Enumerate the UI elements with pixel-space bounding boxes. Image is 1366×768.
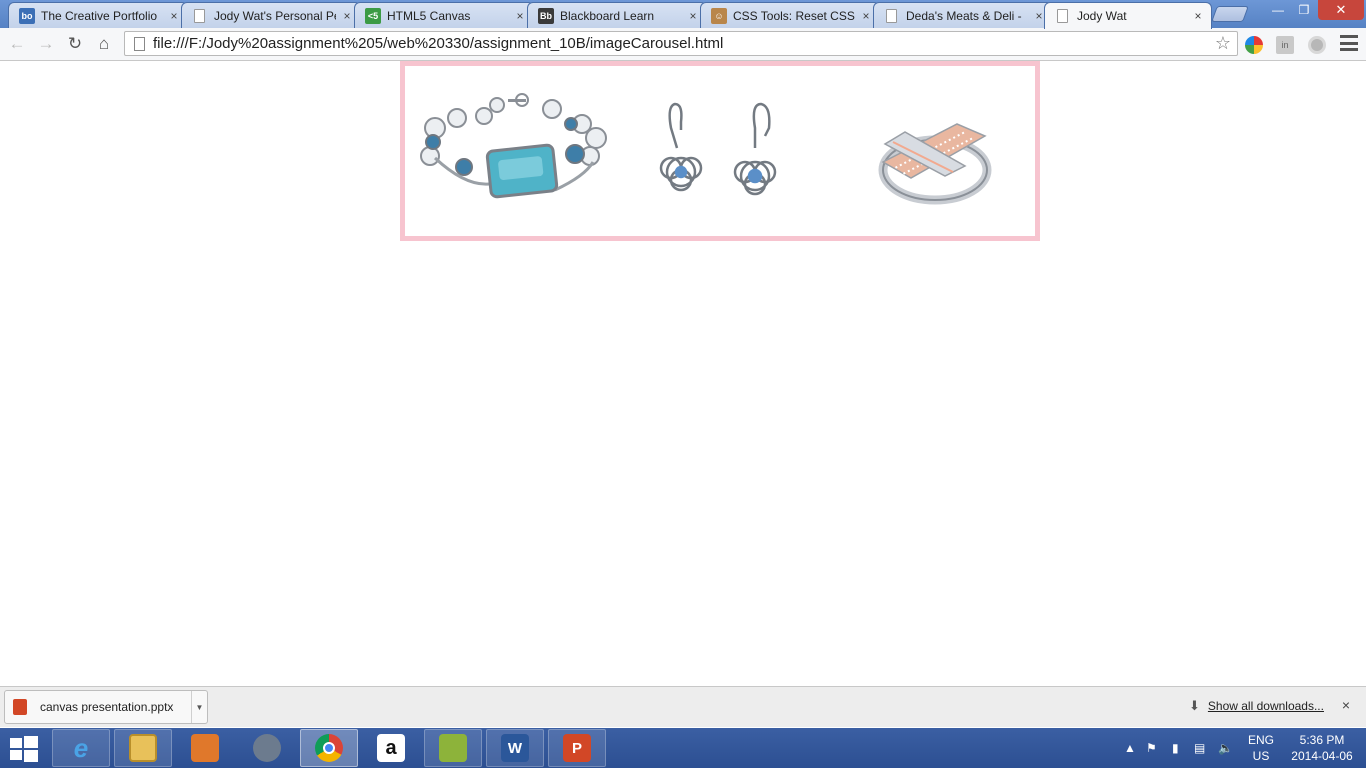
url-text[interactable]: file:///F:/Jody%20assignment%205/web%203… [153, 35, 1209, 52]
media-app-icon[interactable] [238, 729, 296, 767]
tab-close-icon[interactable]: × [167, 9, 181, 23]
page-icon [134, 36, 145, 51]
tab-html5-canvas[interactable]: <5 HTML5 Canvas × [354, 2, 534, 28]
chevron-down-icon[interactable]: ▼ [191, 691, 207, 723]
html5-icon: <5 [365, 7, 381, 24]
close-window-button[interactable]: ✕ [1318, 0, 1364, 20]
download-item[interactable]: canvas presentation.pptx ▼ [4, 690, 208, 724]
home-icon[interactable]: ⌂ [92, 33, 116, 55]
clock-date: 2014-04-06 [1291, 749, 1353, 763]
show-all-downloads: ⬇ Show all downloads... [1189, 698, 1324, 714]
tab-title: HTML5 Canvas [387, 8, 471, 23]
tab-close-icon[interactable]: × [340, 9, 354, 23]
tab-css-tools[interactable]: ☺ CSS Tools: Reset CSS × [700, 2, 880, 28]
amazon-icon[interactable]: a [362, 729, 420, 767]
language-indicator[interactable]: ENG US [1246, 732, 1276, 764]
battery-icon[interactable]: ▮ [1172, 728, 1179, 768]
language-code: ENG [1247, 733, 1274, 747]
system-clock[interactable]: 5:36 PM 2014-04-06 [1284, 732, 1360, 764]
tray-overflow-icon[interactable]: ▲ [1124, 728, 1136, 768]
powerpoint-file-icon [13, 699, 27, 715]
tab-dedas-meats[interactable]: Deda's Meats & Deli - × [873, 2, 1053, 28]
action-center-flag-icon[interactable]: ⚑ [1146, 728, 1157, 768]
project-app-icon[interactable] [424, 729, 482, 767]
windows-taskbar: e a W P ▲ ⚑ ▮ ▤ 🔈 ENG US 5:36 PM 2014-04… [0, 728, 1366, 768]
tab-close-icon[interactable]: × [859, 9, 873, 23]
download-arrow-icon: ⬇ [1189, 698, 1200, 713]
photo-app-icon[interactable] [176, 729, 234, 767]
ring-image [878, 123, 992, 205]
close-shelf-icon[interactable]: × [1338, 697, 1354, 713]
tab-title: Deda's Meats & Deli - [906, 8, 1022, 23]
powerpoint-icon[interactable]: P [548, 729, 606, 767]
tab-title: Jody Wat [1077, 9, 1127, 23]
back-arrow-icon[interactable]: ← [5, 33, 29, 55]
document-icon [886, 8, 897, 23]
browser-toolbar: ← → ↻ ⌂ file:///F:/Jody%20assignment%205… [0, 28, 1366, 61]
new-tab-button[interactable] [1211, 6, 1249, 22]
file-explorer-icon[interactable] [114, 729, 172, 767]
windows-start-icon[interactable] [10, 736, 38, 762]
volume-icon[interactable]: 🔈 [1218, 728, 1233, 768]
image-carousel-canvas [400, 61, 1040, 241]
bracelet-image [420, 93, 607, 199]
clock-time: 5:36 PM [1299, 733, 1345, 747]
word-icon[interactable]: W [486, 729, 544, 767]
extension-icon[interactable]: in [1276, 36, 1294, 54]
document-icon [194, 8, 205, 23]
tab-title: The Creative Portfolio [41, 8, 158, 23]
show-all-downloads-link[interactable]: Show all downloads... [1208, 699, 1324, 713]
document-icon [1057, 9, 1068, 23]
reload-icon[interactable]: ↻ [63, 33, 87, 55]
extension-icon[interactable] [1245, 36, 1263, 54]
earrings-image [659, 102, 777, 196]
chrome-icon[interactable] [300, 729, 358, 767]
tab-title: Blackboard Learn [560, 8, 655, 23]
maximize-button[interactable]: ❐ [1292, 0, 1316, 20]
minimize-button[interactable]: — [1266, 0, 1290, 20]
bookmark-star-icon[interactable]: ☆ [1209, 33, 1237, 54]
tab-blackboard-learn[interactable]: Bb Blackboard Learn × [527, 2, 707, 28]
download-file-name[interactable]: canvas presentation.pptx [40, 700, 191, 714]
network-signal-icon[interactable]: ▤ [1194, 728, 1205, 768]
address-bar[interactable]: file:///F:/Jody%20assignment%205/web%203… [124, 31, 1238, 56]
blackboard-icon: Bb [538, 7, 554, 24]
region-code: US [1252, 749, 1270, 763]
tab-jody-wat[interactable]: Jody Wat × [1044, 2, 1212, 29]
tab-close-icon[interactable]: × [1191, 9, 1205, 23]
css-tools-icon: ☺ [711, 7, 727, 24]
tab-title: CSS Tools: Reset CSS [733, 8, 855, 23]
tab-title: Jody Wat's Personal Pe [214, 8, 336, 23]
forward-arrow-icon[interactable]: → [34, 33, 58, 55]
download-shelf: canvas presentation.pptx ▼ ⬇ Show all do… [0, 686, 1366, 727]
tab-strip: bo The Creative Portfolio × Jody Wat's P… [0, 0, 1366, 29]
internet-explorer-icon[interactable]: e [52, 729, 110, 767]
extension-icon[interactable] [1308, 36, 1326, 54]
chrome-menu-icon[interactable] [1340, 35, 1358, 51]
tab-personal-page[interactable]: Jody Wat's Personal Pe × [181, 2, 361, 28]
tab-close-icon[interactable]: × [686, 9, 700, 23]
bo-icon: bo [19, 7, 35, 24]
tab-creative-portfolio[interactable]: bo The Creative Portfolio × [8, 2, 188, 28]
tab-close-icon[interactable]: × [513, 9, 527, 23]
